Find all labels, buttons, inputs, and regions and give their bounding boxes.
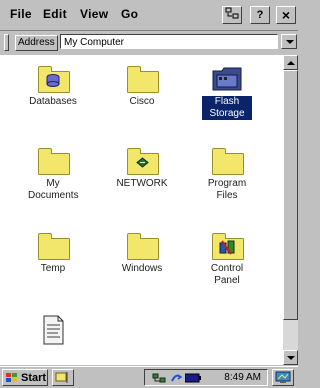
- toggle-view-icon[interactable]: [222, 6, 242, 24]
- start-button[interactable]: Start: [2, 369, 48, 386]
- sync-icon[interactable]: [169, 371, 183, 385]
- folder-icon: [36, 147, 70, 175]
- address-bar: Address My Computer: [0, 31, 298, 53]
- item-control-panel[interactable]: Control Panel: [190, 232, 264, 287]
- menu-go[interactable]: Go: [121, 7, 138, 21]
- clock[interactable]: 8:49 AM: [224, 370, 261, 386]
- help-button-label: ?: [256, 9, 264, 21]
- address-field[interactable]: My Computer: [60, 34, 278, 49]
- system-tray: 8:49 AM: [144, 369, 268, 386]
- folder-icon: [125, 232, 159, 260]
- show-desktop-button[interactable]: [272, 369, 294, 386]
- scroll-down-button[interactable]: [283, 350, 298, 365]
- item-label: Flash Storage: [202, 96, 252, 120]
- network-folder-icon: [125, 147, 159, 175]
- menu-bar: File Edit View Go ? ×: [0, 0, 298, 31]
- address-label: Address: [15, 35, 58, 51]
- item-label: Temp: [40, 263, 66, 274]
- item-label: My Documents: [28, 178, 79, 201]
- item-my-documents[interactable]: My Documents: [16, 147, 90, 202]
- item-cisco[interactable]: Cisco: [105, 65, 179, 108]
- folder-icon: [125, 65, 159, 93]
- toolbar-grip[interactable]: [4, 34, 9, 51]
- item-label: NETWORK: [116, 178, 168, 189]
- menu-edit[interactable]: Edit: [43, 7, 67, 21]
- item-label: Databases: [29, 96, 77, 107]
- vertical-scrollbar[interactable]: [283, 55, 298, 365]
- connection-icon[interactable]: [151, 371, 167, 385]
- file-view: Databases Cisco Flash Storage My Documen…: [0, 55, 283, 365]
- folder-icon: [36, 232, 70, 260]
- explorer-icon: [55, 372, 68, 383]
- scroll-up-button[interactable]: [283, 55, 298, 70]
- explorer-task-button[interactable]: [52, 369, 74, 386]
- help-button[interactable]: ?: [250, 6, 270, 24]
- item-label: Windows: [121, 263, 163, 274]
- taskbar: Start 8:49 AM: [0, 366, 298, 388]
- item-network[interactable]: NETWORK: [105, 147, 179, 190]
- item-program-files[interactable]: Program Files: [190, 147, 264, 202]
- database-icon: [36, 65, 70, 93]
- address-dropdown-button[interactable]: [281, 34, 297, 49]
- control-panel-icon: [210, 232, 244, 260]
- start-label: Start: [21, 372, 47, 384]
- close-button[interactable]: ×: [276, 6, 296, 24]
- windows-logo-icon: [6, 373, 17, 382]
- view-toggle-glyph: [225, 7, 239, 19]
- document-icon: [36, 315, 70, 345]
- storage-card-icon: [210, 65, 244, 93]
- folder-icon: [210, 147, 244, 175]
- scroll-thumb[interactable]: [283, 70, 298, 320]
- item-document[interactable]: [16, 315, 90, 345]
- item-databases[interactable]: Databases: [16, 65, 90, 108]
- desktop-icon: [275, 371, 291, 383]
- close-icon: ×: [281, 7, 291, 23]
- item-label: Control Panel: [210, 263, 244, 286]
- item-label: Program Files: [207, 178, 247, 201]
- item-windows[interactable]: Windows: [105, 232, 179, 275]
- battery-icon[interactable]: [185, 373, 201, 383]
- item-label: Cisco: [129, 96, 155, 107]
- item-flash-storage[interactable]: Flash Storage: [190, 65, 264, 120]
- menu-file[interactable]: File: [10, 7, 32, 21]
- item-temp[interactable]: Temp: [16, 232, 90, 275]
- menu-view[interactable]: View: [80, 7, 108, 21]
